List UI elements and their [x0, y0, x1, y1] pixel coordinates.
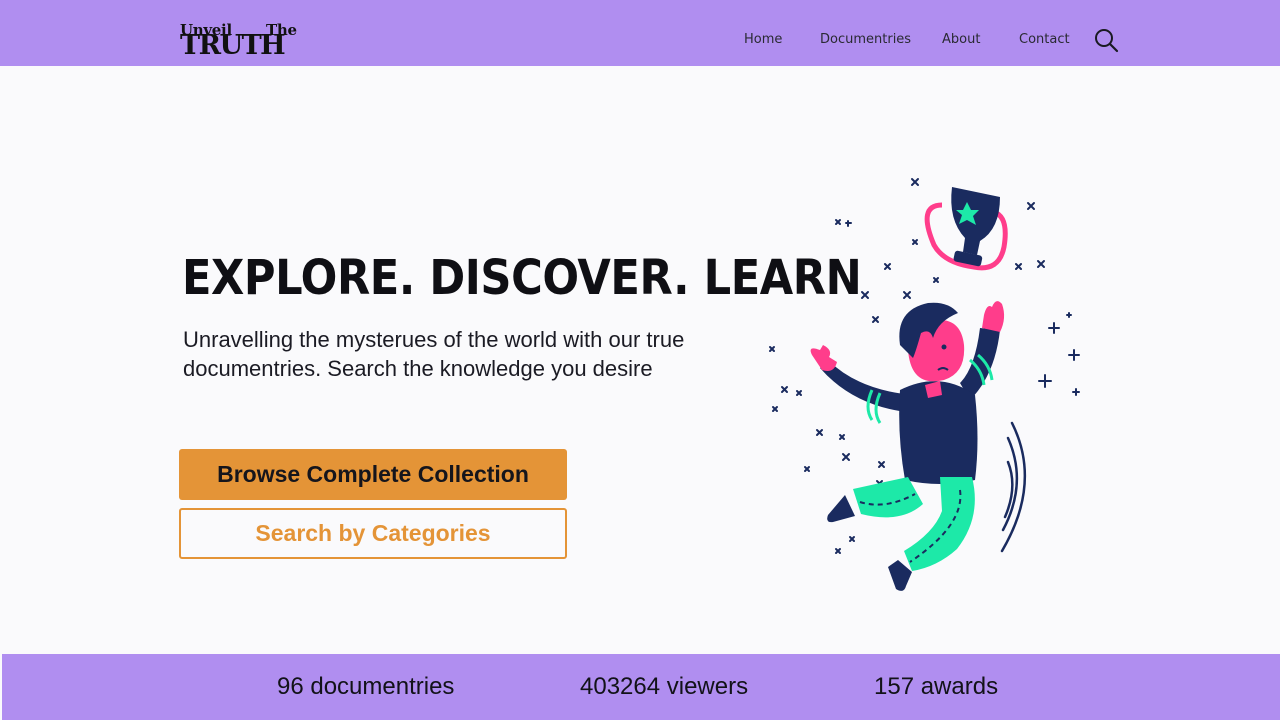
- logo-word-truth: TRUTH: [180, 30, 286, 61]
- motion-lines: [1000, 421, 1027, 553]
- browse-collection-button[interactable]: Browse Complete Collection: [179, 449, 567, 500]
- search-button[interactable]: [1093, 27, 1119, 53]
- search-icon: [1095, 29, 1119, 53]
- nav-link-documentries[interactable]: Documentries: [820, 32, 911, 47]
- stat-documentries: 96 documentries: [277, 673, 455, 700]
- jumping-person-with-trophy-illustration: [769, 178, 1080, 591]
- nav-link-home[interactable]: Home: [744, 32, 782, 47]
- stat-awards: 157 awards: [874, 673, 999, 700]
- trophy-icon: [924, 187, 1008, 271]
- stats-bar: 96 documentries 403264 viewers 157 award…: [2, 654, 1280, 720]
- hero-subtitle: Unravelling the mysterues of the world w…: [183, 327, 685, 381]
- nav-link-about[interactable]: About: [942, 32, 980, 47]
- jumping-person: [810, 301, 1005, 591]
- site-logo[interactable]: Unveil The TRUTH: [180, 18, 297, 62]
- top-navbar: Unveil The TRUTH Home Documentries About…: [0, 0, 1280, 66]
- search-categories-button[interactable]: Search by Categories: [179, 508, 567, 559]
- nav-link-contact[interactable]: Contact: [1019, 32, 1070, 47]
- stat-viewers: 403264 viewers: [580, 673, 749, 700]
